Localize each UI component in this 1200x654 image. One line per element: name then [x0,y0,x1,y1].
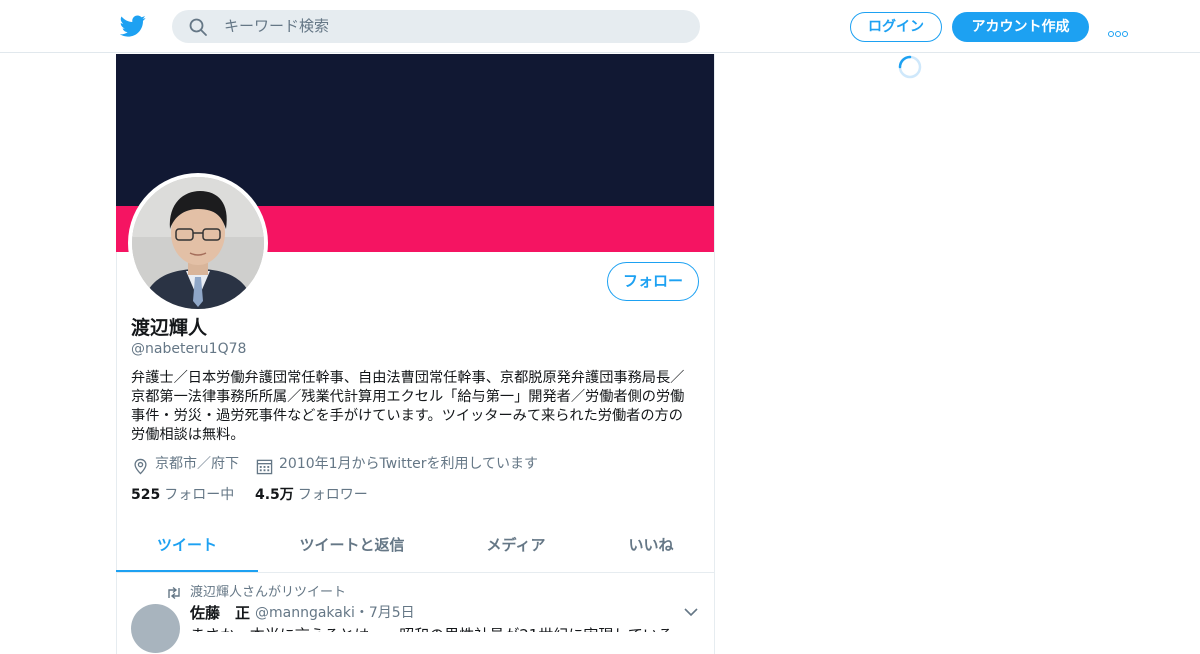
search-input[interactable]: キーワード検索 [224,17,329,36]
retweet-icon [168,586,180,600]
profile-handle[interactable]: @nabeteru1Q78 [131,341,246,357]
chevron-down-icon[interactable] [684,607,698,617]
login-button[interactable]: ログイン [850,12,942,42]
follow-button[interactable]: フォロー [607,262,699,301]
following-count: 525 [131,487,161,503]
tab-tweets[interactable]: ツイート [116,520,258,572]
profile-join-date: 2010年1月からTwitterを利用しています [279,456,539,472]
avatar-photo [132,177,264,309]
more-icon[interactable] [1108,22,1130,37]
followers-label: フォロワー [297,487,368,503]
retweet-context[interactable]: 渡辺輝人さんがリツイート [190,585,346,601]
profile-name[interactable]: 渡辺輝人 [131,317,207,339]
following-stat[interactable]: 525 フォロー中 [131,487,234,504]
tab-likes[interactable]: いいね [602,520,700,572]
twitter-bird-icon[interactable] [120,13,146,39]
location-icon [134,458,147,475]
following-label: フォロー中 [164,487,235,503]
tweet-author-handle[interactable]: @manngakaki・7月5日 [255,605,415,622]
tweet-text: まさか、本当に言えるとは……昭和の男性社員が21世紀に実現している [190,626,695,632]
profile-location: 京都市／府下 [155,456,239,472]
search-icon [189,18,207,36]
loading-spinner-icon [898,55,922,79]
profile-bio: 弁護士／日本労働弁護団常任幹事、自由法曹団常任幹事、京都脱原発弁護団事務局長／京… [131,370,685,443]
profile-tabs: ツイート ツイートと返信 メディア いいね [116,520,714,573]
tweet-author-avatar[interactable] [131,604,180,653]
profile-avatar[interactable] [128,173,268,313]
tab-media[interactable]: メディア [446,520,586,572]
followers-count: 4.5万 [255,487,294,503]
tweet-author-name[interactable]: 佐藤 正 [190,604,250,622]
followers-stat[interactable]: 4.5万 フォロワー [255,487,368,504]
tab-tweets-and-replies[interactable]: ツイートと返信 [280,520,424,572]
calendar-icon [256,459,273,475]
signup-button[interactable]: アカウント作成 [952,12,1089,42]
